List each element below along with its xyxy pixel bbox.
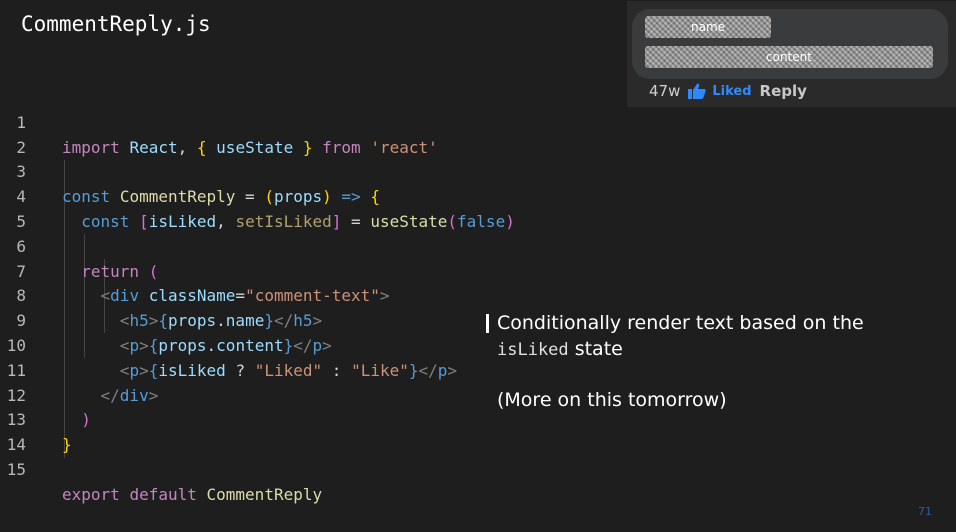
- code-line-13: 13 }: [0, 384, 72, 454]
- annotation-text: Conditionally render text based on the i…: [497, 310, 864, 413]
- code-line-7: 7 <div className="comment-text">: [0, 235, 389, 306]
- page-number: 71: [918, 505, 932, 518]
- code-line-3: 3 const CommentReply = (props) => {: [0, 136, 380, 206]
- annotation-line-1: Conditionally render text based on the: [497, 312, 864, 334]
- code-line-1: 1 import React, { useState } from 'react…: [0, 86, 437, 157]
- code-line-4: 4 const [isLiked, setIsLiked] = useState…: [0, 160, 514, 231]
- code-line-10: 10 <p>{isLiked ? "Liked" : "Like"}</p>: [0, 309, 457, 380]
- code-block: 1 import React, { useState } from 'react…: [0, 86, 515, 504]
- comment-age: 47w: [649, 82, 681, 100]
- code-line-8: 8 <h5>{props.name}</h5>: [0, 260, 322, 330]
- code-line-2: 2: [0, 111, 39, 157]
- comment-bubble: name content: [632, 9, 948, 79]
- code-line-11: 11 </div>: [0, 334, 159, 405]
- code-line-6: 6 return (: [0, 210, 158, 281]
- thumbs-up-icon: [688, 83, 707, 99]
- annotation-line-3: (More on this tomorrow): [497, 389, 727, 411]
- annotation-marker: [486, 314, 489, 333]
- code-line-9: 9 <p>{props.content}</p>: [0, 284, 331, 355]
- comment-content: content: [645, 46, 933, 68]
- annotation-line-2: isLiked state: [497, 338, 623, 360]
- code-line-5: 5: [0, 185, 39, 231]
- comment-name: name: [645, 16, 771, 38]
- code-line-15: 15 export default CommentReply: [0, 433, 322, 504]
- file-title: CommentReply.js: [21, 12, 211, 36]
- reply-button[interactable]: Reply: [760, 82, 807, 100]
- code-line-14: 14: [0, 408, 39, 454]
- liked-button[interactable]: Liked: [712, 84, 751, 99]
- code-line-12: 12 ): [0, 359, 91, 430]
- comment-meta: 47w Liked Reply: [649, 82, 807, 100]
- line-number: 15: [6, 459, 26, 479]
